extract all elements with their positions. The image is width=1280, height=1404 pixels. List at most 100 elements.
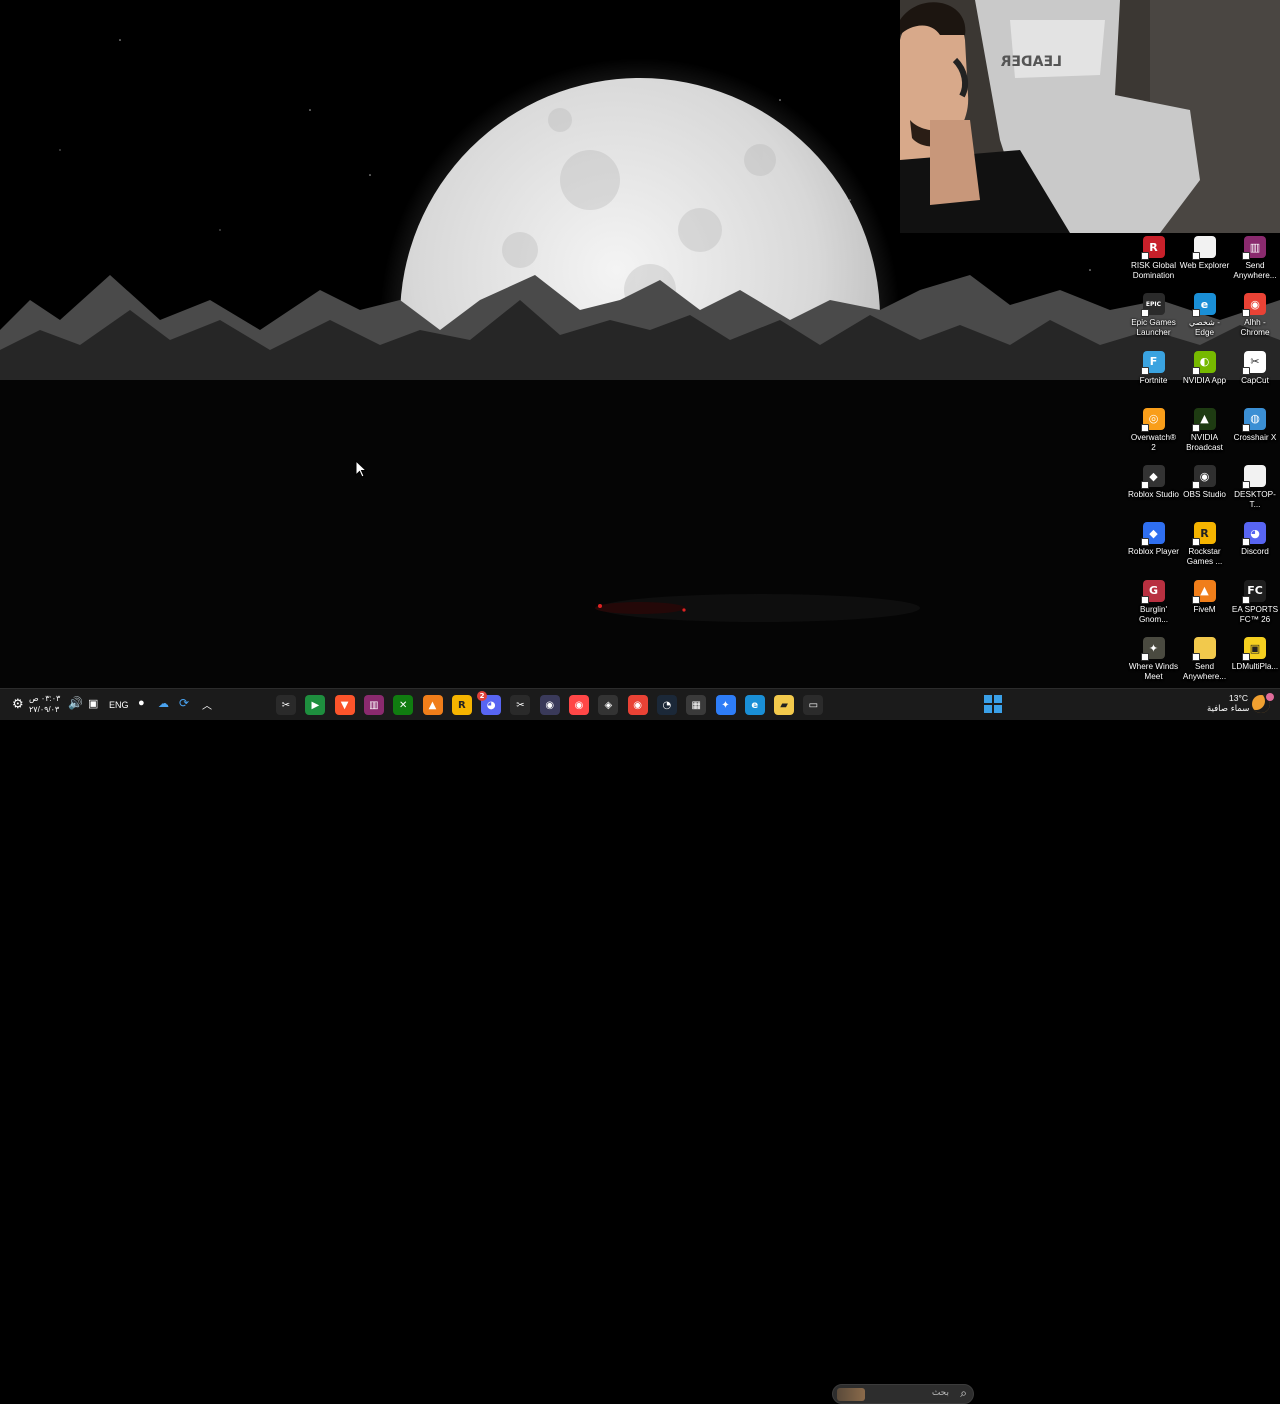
brave-icon[interactable]: ▼ bbox=[334, 695, 355, 715]
where-winds-meet-icon: ✦ bbox=[1140, 637, 1165, 662]
shortcut-arrow-icon bbox=[1191, 595, 1200, 604]
desktop: LEADER R RISK Global Domination Web Explor… bbox=[0, 0, 1280, 688]
desktop-shortcut[interactable]: ◕ Discord bbox=[1230, 521, 1280, 578]
desktop-shortcut[interactable]: ▣ LDMultiPla... bbox=[1230, 636, 1280, 688]
green-app-icon[interactable]: ▶ bbox=[305, 695, 326, 715]
nvidia-broadcast-icon: ▲ bbox=[1191, 407, 1216, 432]
fivem-icon[interactable]: ▲ bbox=[422, 695, 443, 715]
folder-icon bbox=[1191, 637, 1216, 662]
shortcut-arrow-icon bbox=[1140, 366, 1149, 375]
desktop-shortcut-label: LDMultiPla... bbox=[1231, 662, 1279, 672]
file-explorer-icon[interactable]: ▰ bbox=[774, 695, 795, 715]
search-placeholder: بحث bbox=[931, 1388, 949, 1398]
desktop-shortcut-label: Roblox Studio bbox=[1128, 490, 1179, 500]
desktop-shortcut[interactable]: ◉ OBS Studio bbox=[1179, 464, 1230, 521]
show-hidden-icons-chevron-icon[interactable]: ︿ bbox=[202, 697, 212, 712]
desktop-shortcut-label: FiveM bbox=[1193, 604, 1216, 614]
desktop-shortcut-label: Crosshair X bbox=[1233, 432, 1277, 442]
search-input[interactable]: بحث ⌕ bbox=[832, 1384, 974, 1404]
microphone-icon[interactable]: ● bbox=[138, 697, 145, 709]
desktop-shortcut-label: Send Anywhere... bbox=[1182, 662, 1227, 682]
rockstar-icon[interactable]: R bbox=[451, 695, 472, 715]
shortcut-arrow-icon bbox=[1191, 538, 1200, 547]
shortcut-arrow-icon bbox=[1242, 481, 1250, 490]
burglin-gnomes-icon: G bbox=[1140, 579, 1165, 604]
desktop-shortcut-label: Rockstar Games ... bbox=[1186, 547, 1223, 567]
desktop-shortcut-label: Alhh - Chrome bbox=[1240, 318, 1270, 338]
desktop-shortcut[interactable]: e شخصي - Edge bbox=[1179, 292, 1230, 349]
desktop-shortcut-label: Overwatch® 2 bbox=[1130, 432, 1177, 452]
desktop-shortcut[interactable]: ◎ Overwatch® 2 bbox=[1128, 407, 1179, 464]
desktop-shortcut-label: OBS Studio bbox=[1183, 490, 1226, 500]
sync-icon[interactable]: ⟳ bbox=[179, 696, 189, 710]
desktop-shortcut-label: RISK Global Domination bbox=[1130, 261, 1177, 280]
shortcut-arrow-icon bbox=[1191, 309, 1200, 318]
desktop-shortcut-label: Fortnite bbox=[1139, 375, 1168, 385]
desktop-shortcut[interactable]: ◆ Roblox Studio bbox=[1128, 464, 1179, 521]
desktop-shortcut[interactable]: EPIC Epic Games Launcher bbox=[1128, 292, 1179, 349]
discord-icon[interactable]: ◕ 2 bbox=[477, 691, 502, 715]
shortcut-arrow-icon bbox=[1140, 309, 1149, 318]
desktop-shortcut[interactable]: ✦ Where Winds Meet bbox=[1128, 636, 1179, 688]
copilot-icon[interactable]: ✦ bbox=[715, 695, 736, 715]
chrome-icon[interactable]: ◉ bbox=[627, 695, 648, 715]
file-icon bbox=[1242, 465, 1266, 490]
desktop-shortcut[interactable]: ▲ NVIDIA Broadcast bbox=[1179, 407, 1230, 464]
desktop-shortcut[interactable]: F Fortnite bbox=[1128, 350, 1179, 407]
winrar-icon[interactable]: ▥ bbox=[363, 695, 384, 715]
language-indicator[interactable]: ENG bbox=[109, 700, 129, 710]
desktop-shortcut-label: CapCut bbox=[1241, 375, 1269, 385]
shortcut-arrow-icon bbox=[1191, 252, 1200, 260]
desktop-shortcut[interactable]: ◐ NVIDIA App bbox=[1179, 350, 1230, 407]
desktop-shortcut[interactable]: G Burglin' Gnom... bbox=[1128, 579, 1179, 636]
desktop-shortcut[interactable]: ◆ Roblox Player bbox=[1128, 521, 1179, 578]
xbox-icon[interactable]: ✕ bbox=[393, 695, 414, 715]
desktop-shortcut[interactable]: ◍ Crosshair X bbox=[1230, 407, 1280, 464]
steam-icon[interactable]: ◔ bbox=[656, 695, 677, 715]
desktop-shortcut[interactable]: ▲ FiveM bbox=[1179, 579, 1230, 636]
desktop-shortcut-label: DESKTOP-T... bbox=[1234, 490, 1276, 510]
task-view-icon[interactable]: ▭ bbox=[803, 695, 824, 715]
windows-start-icon[interactable] bbox=[984, 695, 1002, 713]
system-settings-icon[interactable]: ⚙ bbox=[12, 696, 24, 712]
shortcut-arrow-icon bbox=[1140, 595, 1149, 604]
capcut-icon[interactable]: ✂ bbox=[510, 695, 531, 715]
desktop-shortcut[interactable]: R RISK Global Domination bbox=[1128, 235, 1179, 292]
risk-icon: R bbox=[1140, 236, 1165, 260]
desktop-icons: R RISK Global Domination Web Explorer ▥ Send… bbox=[1128, 235, 1280, 688]
clock-time[interactable]: ٠٣:٠٣ ص bbox=[29, 694, 60, 703]
shortcut-arrow-icon bbox=[1242, 423, 1250, 432]
desktop-shortcut[interactable]: ✂ CapCut bbox=[1230, 350, 1280, 407]
desktop-shortcut[interactable]: ▥ Send Anywhere... bbox=[1230, 235, 1280, 292]
shortcut-arrow-icon bbox=[1242, 309, 1250, 318]
nvidia-icon: ◐ bbox=[1191, 350, 1216, 375]
clock-date[interactable]: ٢٧/٠٩/٠٣ bbox=[29, 705, 59, 714]
desktop-shortcut-label: Epic Games Launcher bbox=[1131, 318, 1176, 338]
weather-description[interactable]: سماء صافية bbox=[1207, 704, 1249, 714]
desktop-shortcut[interactable]: Send Anywhere... bbox=[1179, 636, 1230, 688]
desktop-shortcut-label: NVIDIA Broadcast bbox=[1186, 432, 1223, 452]
obs-icon[interactable]: ◉ bbox=[539, 695, 560, 715]
desktop-shortcut[interactable]: FC EA SPORTS FC™ 26 bbox=[1230, 579, 1280, 636]
network-icon[interactable]: ▣ bbox=[88, 697, 98, 710]
shortcut-arrow-icon bbox=[1140, 481, 1149, 490]
desktop-shortcut[interactable]: R Rockstar Games ... bbox=[1179, 521, 1230, 578]
fivem-icon: ▲ bbox=[1191, 579, 1216, 604]
chrome-icon: ◉ bbox=[1242, 293, 1266, 318]
discord-notification-badge: 2 bbox=[477, 691, 488, 701]
ea-app-icon[interactable]: ◉ bbox=[569, 695, 589, 715]
onedrive-icon[interactable]: ☁ bbox=[158, 697, 169, 710]
weather-temperature[interactable]: 13°C bbox=[1229, 693, 1248, 703]
overwatch-icon: ◎ bbox=[1140, 407, 1165, 432]
capcut-icon[interactable]: ✂ bbox=[276, 695, 296, 715]
mouse-app-icon[interactable]: ◈ bbox=[598, 695, 619, 715]
volume-icon[interactable]: 🔊 bbox=[68, 696, 83, 710]
desktop-shortcut-label: EA SPORTS FC™ 26 bbox=[1231, 604, 1279, 624]
edge-icon[interactable]: e bbox=[744, 695, 765, 715]
shortcut-arrow-icon bbox=[1140, 252, 1149, 260]
desktop-shortcut-label: Web Explorer bbox=[1179, 261, 1230, 270]
store-icon[interactable]: ▦ bbox=[686, 695, 707, 715]
desktop-shortcut[interactable]: DESKTOP-T... bbox=[1230, 464, 1280, 521]
desktop-shortcut[interactable]: ◉ Alhh - Chrome bbox=[1230, 292, 1280, 349]
desktop-shortcut[interactable]: Web Explorer bbox=[1179, 235, 1230, 292]
